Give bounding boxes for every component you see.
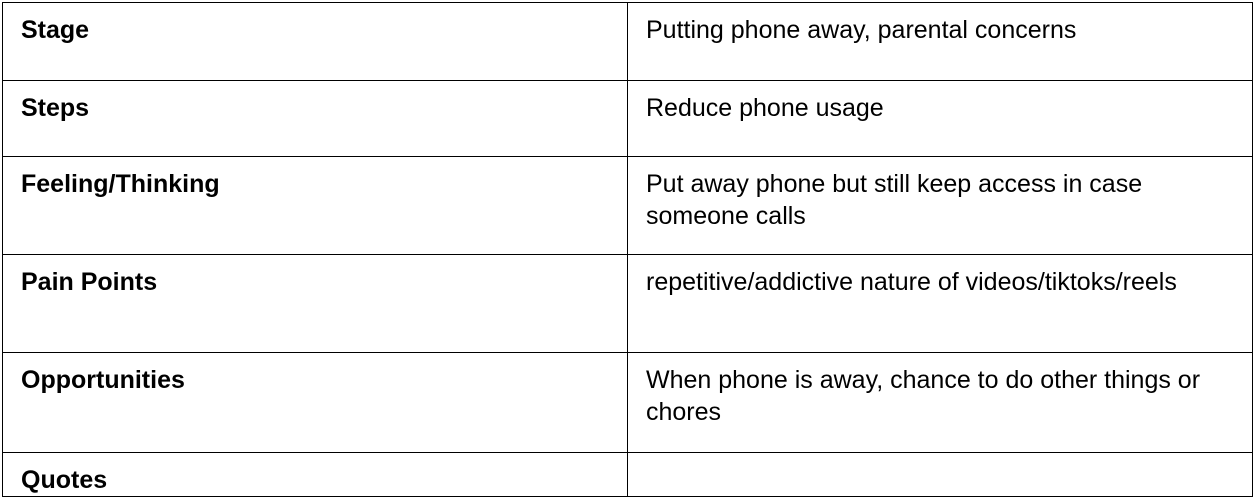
table-row-quotes: Quotes <box>2 452 1253 497</box>
row-value: repetitive/addictive nature of videos/ti… <box>627 254 1253 353</box>
row-label: Feeling/Thinking <box>2 156 628 255</box>
journey-map-table: Stage Putting phone away, parental conce… <box>2 2 1253 497</box>
row-label: Pain Points <box>2 254 628 353</box>
row-value: Put away phone but still keep access in … <box>627 156 1253 255</box>
table-row-opportunities: Opportunities When phone is away, chance… <box>2 352 1253 453</box>
row-value <box>627 452 1253 497</box>
row-label: Quotes <box>2 452 628 497</box>
journey-map-table-container: Stage Putting phone away, parental conce… <box>2 2 1253 497</box>
table-row-steps: Steps Reduce phone usage <box>2 80 1253 157</box>
table-row-stage: Stage Putting phone away, parental conce… <box>2 2 1253 81</box>
table-row-feeling-thinking: Feeling/Thinking Put away phone but stil… <box>2 156 1253 255</box>
row-label: Stage <box>2 2 628 81</box>
row-value: Reduce phone usage <box>627 80 1253 157</box>
row-value: When phone is away, chance to do other t… <box>627 352 1253 453</box>
row-value: Putting phone away, parental concerns <box>627 2 1253 81</box>
row-label: Steps <box>2 80 628 157</box>
row-label: Opportunities <box>2 352 628 453</box>
table-row-pain-points: Pain Points repetitive/addictive nature … <box>2 254 1253 353</box>
